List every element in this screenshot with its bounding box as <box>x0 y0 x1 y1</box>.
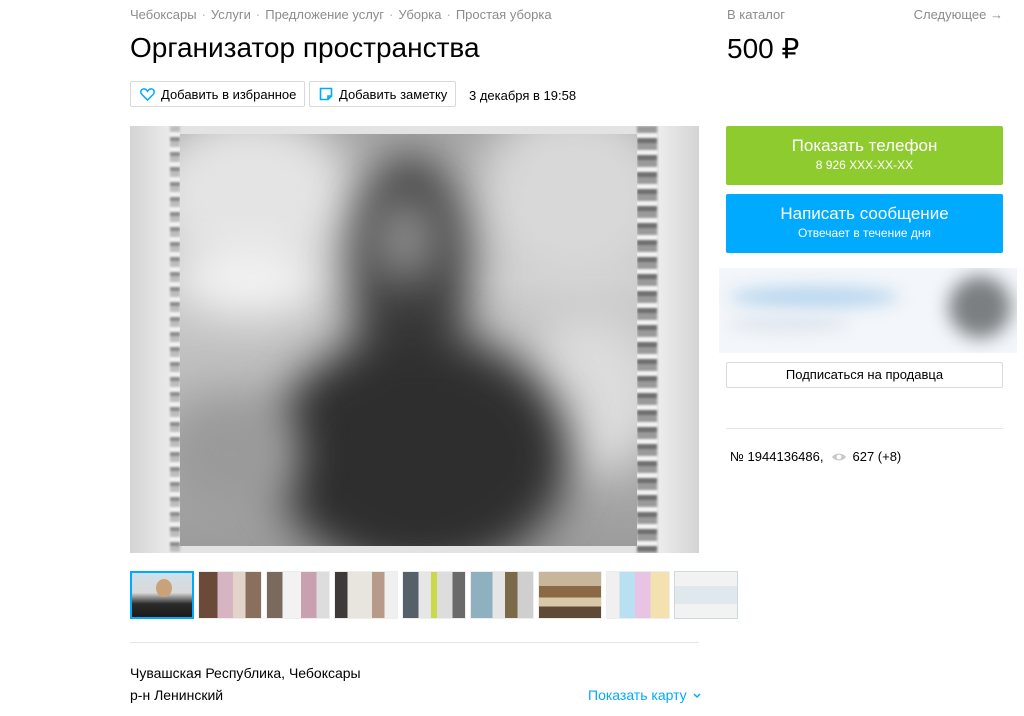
add-to-favorites-button[interactable]: Добавить в избранное <box>130 81 306 107</box>
address-district: р-н Ленинский <box>130 687 224 703</box>
write-message-button[interactable]: Написать сообщение Отвечает в течение дн… <box>726 194 1003 253</box>
photo-frame-left <box>170 126 180 553</box>
gallery-prev-area[interactable] <box>130 126 172 553</box>
chevron-down-icon <box>693 693 701 699</box>
breadcrumb-separator: · <box>389 7 394 22</box>
breadcrumb-cleaning[interactable]: Уборка <box>398 7 441 22</box>
catalog-link[interactable]: В каталог <box>727 7 785 22</box>
ad-number: № 1944136486, <box>730 449 824 464</box>
publish-date: 3 декабря в 19:58 <box>469 88 577 103</box>
breadcrumb-separator: · <box>446 7 451 22</box>
add-note-button[interactable]: Добавить заметку <box>309 81 457 107</box>
heart-icon <box>140 87 155 101</box>
price: 500 ₽ <box>727 33 800 64</box>
show-phone-label: Показать телефон <box>791 136 938 155</box>
show-phone-button[interactable]: Показать телефон 8 926 XXX-XX-XX <box>726 126 1003 185</box>
breadcrumb-services[interactable]: Услуги <box>211 7 251 22</box>
gallery-next-area[interactable] <box>659 126 699 553</box>
thumbnail[interactable] <box>606 571 670 619</box>
breadcrumb-simple-cleaning[interactable]: Простая уборка <box>456 7 552 22</box>
breadcrumb: Чебоксары · Услуги · Предложение услуг · Уборк… <box>130 7 552 22</box>
add-to-favorites-label: Добавить в избранное <box>161 86 297 102</box>
ad-info: № 1944136486, 627 (+8) <box>730 449 901 464</box>
thumbnail[interactable] <box>130 571 194 619</box>
subscribe-seller-button[interactable]: Подписаться на продавца <box>726 362 1003 388</box>
add-note-label: Добавить заметку <box>339 86 448 102</box>
divider <box>130 642 699 643</box>
avatar <box>949 276 1011 338</box>
write-message-label: Написать сообщение <box>780 204 949 223</box>
phone-number-masked: 8 926 XXX-XX-XX <box>815 158 914 172</box>
show-map-label: Показать карту <box>588 687 687 703</box>
breadcrumb-city[interactable]: Чебоксары <box>130 7 197 22</box>
view-count: 627 (+8) <box>852 449 902 464</box>
breadcrumb-separator: · <box>201 7 206 22</box>
thumbnail[interactable] <box>402 571 466 619</box>
photo-thumbnails <box>130 571 738 621</box>
breadcrumb-separator: · <box>255 7 261 22</box>
thumbnail[interactable] <box>538 571 602 619</box>
photo-blurred <box>180 134 637 546</box>
page-title: Организатор пространства <box>130 32 480 63</box>
breadcrumb-offers[interactable]: Предложение услуг <box>265 7 384 22</box>
photo-frame-right <box>637 126 657 553</box>
thumbnail[interactable] <box>266 571 330 619</box>
main-photo[interactable] <box>130 126 699 553</box>
thumbnail[interactable] <box>334 571 398 619</box>
reply-time-note: Отвечает в течение дня <box>797 226 932 240</box>
eye-icon <box>832 453 847 460</box>
thumbnail[interactable] <box>470 571 534 619</box>
next-link[interactable]: Следующее → <box>914 7 1003 22</box>
divider <box>726 428 1003 429</box>
note-icon <box>319 87 333 101</box>
show-map-link[interactable]: Показать карту <box>588 687 701 703</box>
thumbnail[interactable] <box>198 571 262 619</box>
seller-card[interactable] <box>719 268 1017 353</box>
address-region: Чувашская Республика, Чебоксары <box>130 665 361 681</box>
thumbnail[interactable] <box>674 571 738 619</box>
